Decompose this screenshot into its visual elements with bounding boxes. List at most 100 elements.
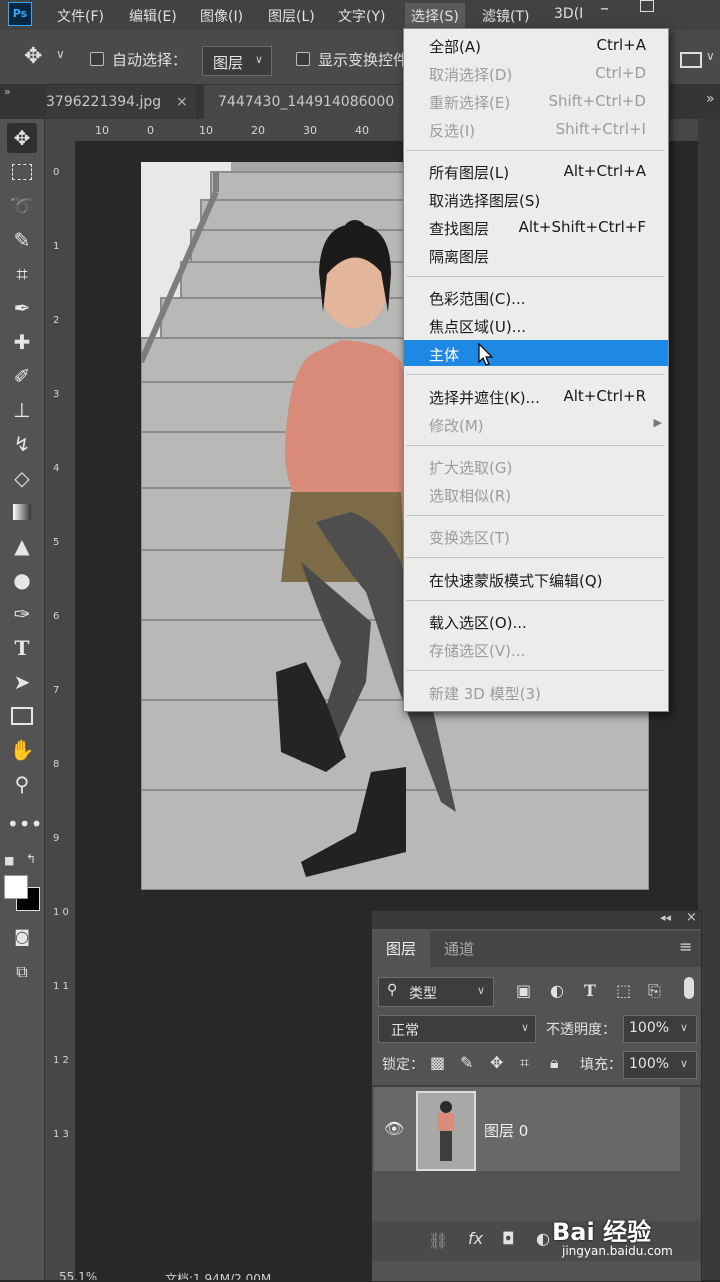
menu-item-shortcut: Alt+Shift+Ctrl+F xyxy=(518,218,646,236)
menu-item-color-range[interactable]: 色彩范围(C)... xyxy=(404,284,668,310)
tab-channels[interactable]: 通道 xyxy=(430,931,488,967)
image-filter-icon[interactable]: ▣ xyxy=(516,981,531,1000)
menu-item-similar[interactable]: 选取相似(R) xyxy=(404,481,668,507)
brush-tool-icon[interactable]: ✐ xyxy=(7,361,37,391)
pen-tool-icon[interactable]: ✑ xyxy=(7,599,37,629)
adjustment-filter-icon[interactable]: ◐ xyxy=(550,981,564,1000)
menu-filter[interactable]: 滤镜(T) xyxy=(482,6,529,26)
menu-item-quick-mask[interactable]: 在快速蒙版模式下编辑(Q) xyxy=(404,566,668,592)
dodge-tool-icon[interactable]: ● xyxy=(7,565,37,595)
menu-item-reselect[interactable]: 重新选择(E) Shift+Ctrl+D xyxy=(404,88,668,114)
tab-layers[interactable]: 图层 xyxy=(372,931,430,967)
panel-menu-icon[interactable]: ≡ xyxy=(679,937,692,956)
zoom-level[interactable]: 55.1% xyxy=(59,1270,97,1280)
maximize-icon[interactable] xyxy=(640,0,654,12)
menu-item-deselect[interactable]: 取消选择(D) Ctrl+D xyxy=(404,60,668,86)
collapse-icon[interactable]: ◂◂ xyxy=(660,911,671,924)
zoom-tool-icon[interactable]: ⚲ xyxy=(7,769,37,799)
filter-toggle[interactable] xyxy=(684,977,694,999)
tab-document-1[interactable]: 3796221394.jpg × xyxy=(46,85,196,119)
gradient-tool-icon[interactable] xyxy=(7,497,37,527)
blend-mode-dropdown[interactable]: 正常 ∨ xyxy=(378,1015,536,1043)
fx-icon[interactable]: fx xyxy=(468,1229,483,1248)
workspace-icon[interactable] xyxy=(680,52,702,68)
type-tool-icon[interactable]: T xyxy=(7,633,37,663)
menu-select[interactable]: 选择(S) xyxy=(405,3,465,30)
auto-select-checkbox[interactable] xyxy=(90,52,104,66)
fill-field[interactable]: 100% ∨ xyxy=(623,1051,697,1079)
menu-type[interactable]: 文字(Y) xyxy=(338,6,385,26)
eyedropper-tool-icon[interactable]: ✒ xyxy=(7,293,37,323)
menu-image[interactable]: 图像(I) xyxy=(200,6,243,26)
link-layers-icon[interactable]: ⛓︎ xyxy=(428,1231,448,1250)
menu-3d[interactable]: 3D(I xyxy=(554,6,583,22)
menu-item-save-selection[interactable]: 存储选区(V)... xyxy=(404,636,668,662)
menu-edit[interactable]: 编辑(E) xyxy=(129,6,177,26)
more-tools-icon[interactable]: ••• xyxy=(7,809,42,839)
menu-item-modify[interactable]: 修改(M) ▶ xyxy=(404,411,668,437)
lock-image-icon[interactable]: ✎ xyxy=(460,1053,473,1072)
healing-tool-icon[interactable]: ✚ xyxy=(7,327,37,357)
add-mask-icon[interactable]: ◘ xyxy=(502,1229,515,1248)
ruler-label: 40 xyxy=(355,124,369,137)
move-tool-icon[interactable]: ✥ xyxy=(24,44,42,69)
type-filter-icon[interactable]: T xyxy=(584,981,596,1000)
menu-item-find-layers[interactable]: 查找图层 Alt+Shift+Ctrl+F xyxy=(404,214,668,240)
collapse-panel-icon[interactable]: » xyxy=(4,85,11,98)
tab-document-2[interactable]: 7447430_144914086000 xyxy=(204,85,418,119)
lasso-tool-icon[interactable]: ➰ xyxy=(7,191,37,221)
chevron-down-icon[interactable]: ∨ xyxy=(706,49,715,63)
chevron-down-icon[interactable]: ∨ xyxy=(56,47,65,61)
default-colors-icon[interactable]: ■ xyxy=(4,854,14,867)
menu-item-grow[interactable]: 扩大选取(G) xyxy=(404,453,668,479)
menu-item-focus-area[interactable]: 焦点区域(U)... xyxy=(404,312,668,338)
close-icon[interactable]: × xyxy=(176,85,188,119)
shape-filter-icon[interactable]: ⬚ xyxy=(616,981,631,1000)
menu-item-subject[interactable]: 主体 xyxy=(404,340,668,366)
eye-visibility-icon[interactable]: 👁︎ xyxy=(384,1119,404,1138)
layer-row[interactable]: 👁︎ 图层 0 xyxy=(374,1087,680,1171)
foreground-color-swatch[interactable] xyxy=(4,875,28,899)
layer-filter-dropdown[interactable]: ⚲ 类型 ∨ xyxy=(378,977,494,1007)
opacity-field[interactable]: 100% ∨ xyxy=(623,1015,697,1043)
history-brush-icon[interactable]: ↯ xyxy=(7,429,37,459)
show-transform-label: 显示变换控件 xyxy=(318,51,409,69)
menu-item-isolate-layers[interactable]: 隔离图层 xyxy=(404,242,668,268)
marquee-tool-icon[interactable] xyxy=(7,157,37,187)
eraser-tool-icon[interactable]: ◇ xyxy=(7,463,37,493)
hand-tool-icon[interactable]: ✋ xyxy=(7,735,37,765)
smart-object-filter-icon[interactable]: ⎘ xyxy=(648,981,661,1001)
menu-item-all[interactable]: 全部(A) Ctrl+A xyxy=(404,32,668,58)
menu-item-select-and-mask[interactable]: 选择并遮住(K)... Alt+Ctrl+R xyxy=(404,383,668,409)
menu-item-load-selection[interactable]: 载入选区(O)... xyxy=(404,608,668,634)
quick-mask-icon[interactable]: ◙ xyxy=(7,922,37,952)
path-select-tool-icon[interactable]: ➤ xyxy=(7,667,37,697)
menu-item-deselect-layers[interactable]: 取消选择图层(S) xyxy=(404,186,668,212)
crop-tool-icon[interactable]: ⌗ xyxy=(7,259,37,289)
auto-select-dropdown[interactable]: 图层 ∨ xyxy=(202,46,272,76)
adjustment-layer-icon[interactable]: ◐ xyxy=(536,1229,550,1248)
swap-colors-icon[interactable]: ↰ xyxy=(26,852,36,866)
quick-select-tool-icon[interactable]: ✎ xyxy=(7,225,37,255)
lock-position-icon[interactable]: ✥ xyxy=(490,1053,503,1072)
menu-file[interactable]: 文件(F) xyxy=(57,6,104,26)
rectangle-tool-icon[interactable] xyxy=(7,701,37,731)
blur-tool-icon[interactable]: ▲ xyxy=(7,531,37,561)
menu-item-inverse[interactable]: 反选(I) Shift+Ctrl+I xyxy=(404,116,668,142)
show-transform-checkbox[interactable] xyxy=(296,52,310,66)
menu-item-transform-selection[interactable]: 变换选区(T) xyxy=(404,523,668,549)
lock-artboard-icon[interactable]: ⌗ xyxy=(520,1053,529,1073)
more-tabs-icon[interactable]: » xyxy=(706,91,715,107)
menu-layer[interactable]: 图层(L) xyxy=(268,6,315,26)
screen-mode-icon[interactable]: ⧉ xyxy=(7,957,37,987)
lock-transparent-icon[interactable]: ▩ xyxy=(430,1053,445,1072)
stamp-tool-icon[interactable]: ⊥ xyxy=(7,395,37,425)
menu-item-new-3d-model[interactable]: 新建 3D 模型(3) xyxy=(404,679,668,705)
menu-item-label: 取消选择图层(S) xyxy=(429,192,541,210)
close-icon[interactable]: × xyxy=(686,910,697,925)
minimize-icon[interactable]: – xyxy=(600,0,609,19)
move-tool-icon[interactable]: ✥ xyxy=(7,123,37,153)
layer-name[interactable]: 图层 0 xyxy=(484,1120,528,1141)
menu-item-all-layers[interactable]: 所有图层(L) Alt+Ctrl+A xyxy=(404,158,668,184)
lock-all-icon[interactable]: 🔒︎ xyxy=(550,1053,559,1073)
